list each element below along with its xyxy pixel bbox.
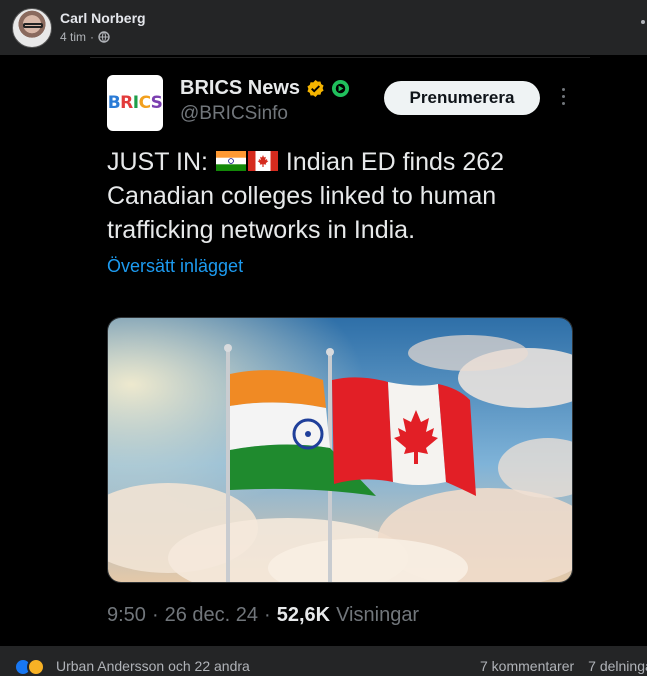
post-meta: 4 tim · xyxy=(60,30,110,44)
post-options-icon[interactable] xyxy=(641,20,645,24)
post-time[interactable]: 4 tim xyxy=(60,30,86,44)
comments-count[interactable]: 7 kommentarer xyxy=(480,658,574,674)
tweet-embed[interactable]: BRICS BRICS News @BRICSinfo Prenumerera … xyxy=(0,55,647,646)
tweet-timestamp: 9:50 · 26 dec. 24 · 52,6K Visningar xyxy=(107,604,419,627)
india-flag-icon xyxy=(215,151,246,172)
logo-letter: S xyxy=(150,93,163,113)
shares-count[interactable]: 7 delningar xyxy=(588,658,647,674)
logo-letter: R xyxy=(120,93,133,113)
author-avatar[interactable] xyxy=(12,8,52,48)
author-name[interactable]: Carl Norberg xyxy=(60,10,146,26)
dot-separator: · xyxy=(151,604,159,626)
tweet-handle[interactable]: @BRICSinfo xyxy=(180,103,288,125)
engagement-counts: 7 kommentarer 7 delningar xyxy=(480,658,647,674)
flags-image xyxy=(108,318,572,582)
subscribe-button[interactable]: Prenumerera xyxy=(384,81,540,115)
divider xyxy=(90,57,590,58)
tweet-image[interactable] xyxy=(107,317,573,583)
tweet-text-prefix: JUST IN: xyxy=(107,148,208,176)
post-footer: Urban Andersson och 22 andra 7 kommentar… xyxy=(0,646,647,676)
post-header: Carl Norberg 4 tim · xyxy=(0,0,647,55)
canada-flag-icon xyxy=(247,151,278,172)
logo-letter: B xyxy=(107,93,121,113)
tweet-text: JUST IN: Indian ED finds 262 Canadian co… xyxy=(107,145,577,247)
dot-separator: · xyxy=(264,604,271,626)
logo-letter: C xyxy=(138,93,151,113)
verified-badge-icon xyxy=(307,79,324,98)
reactors-summary[interactable]: Urban Andersson och 22 andra xyxy=(56,658,250,674)
views-label: Visningar xyxy=(336,604,420,626)
more-options-icon[interactable] xyxy=(560,88,566,108)
haha-reaction-icon xyxy=(27,658,45,676)
translate-post-link[interactable]: Översätt inlägget xyxy=(107,256,243,277)
views-count: 52,6K xyxy=(276,604,331,626)
reaction-icons[interactable] xyxy=(14,658,45,676)
brics-logo: BRICS xyxy=(107,75,163,131)
meta-separator: · xyxy=(90,30,95,44)
tweet-date[interactable]: 26 dec. 24 xyxy=(165,604,258,627)
tweet-display-name[interactable]: BRICS News xyxy=(180,77,300,100)
tweet-time[interactable]: 9:50 xyxy=(107,604,146,627)
affiliate-badge-icon xyxy=(331,79,350,98)
globe-icon xyxy=(98,31,110,43)
tweet-name-row: BRICS News xyxy=(180,77,350,100)
